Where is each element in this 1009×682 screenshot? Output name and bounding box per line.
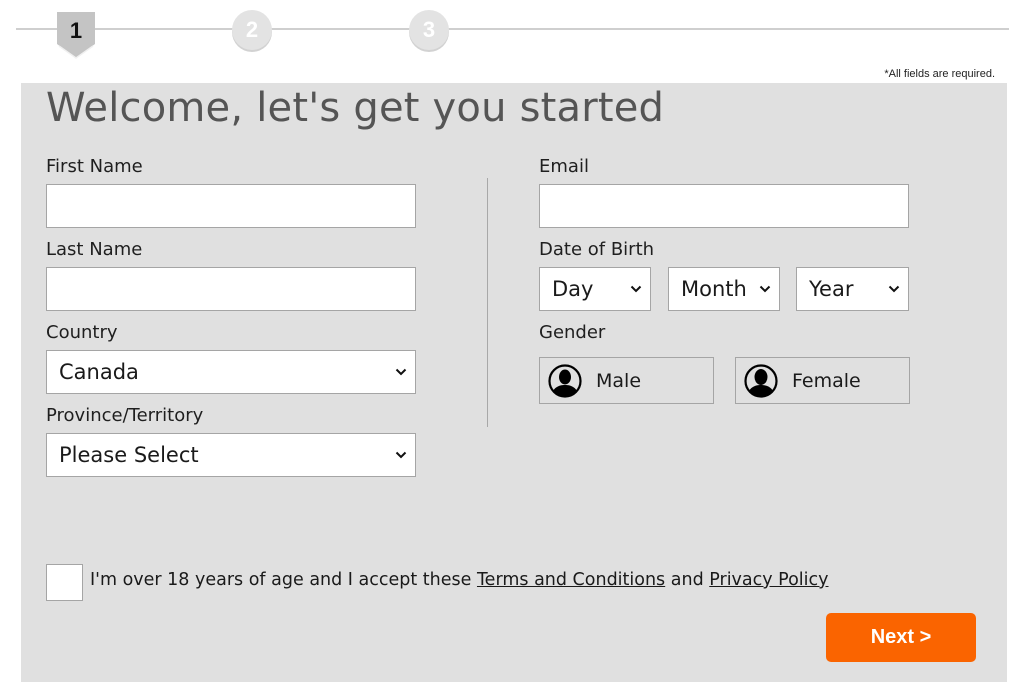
progress-stepper: 1 2 3: [0, 0, 1009, 70]
person-icon: [548, 364, 582, 398]
country-select[interactable]: Canada: [46, 350, 416, 394]
dob-day-value: Day: [552, 277, 594, 301]
gender-female-button[interactable]: Female: [735, 357, 910, 404]
chevron-down-icon: [630, 285, 642, 293]
province-selected-value: Please Select: [59, 443, 199, 467]
person-icon: [744, 364, 778, 398]
next-button[interactable]: Next >: [826, 613, 976, 662]
step-2: 2: [232, 10, 272, 50]
terms-and-conditions-link[interactable]: Terms and Conditions: [477, 570, 665, 590]
province-label: Province/Territory: [46, 405, 204, 426]
dob-year-select[interactable]: Year: [796, 267, 909, 311]
email-label: Email: [539, 156, 589, 177]
age-consent-checkbox[interactable]: [46, 564, 83, 601]
page-title: Welcome, let's get you started: [46, 85, 665, 131]
consent-text-before: I'm over 18 years of age and I accept th…: [90, 570, 477, 590]
chevron-down-icon: [888, 285, 900, 293]
consent-text: I'm over 18 years of age and I accept th…: [90, 570, 829, 590]
step-3: 3: [409, 10, 449, 50]
stepper-line: [16, 28, 1009, 30]
country-label: Country: [46, 322, 118, 343]
consent-text-middle: and: [665, 570, 710, 590]
gender-male-button[interactable]: Male: [539, 357, 714, 404]
required-fields-note: *All fields are required.: [884, 68, 995, 80]
step-1-active: 1: [57, 12, 95, 60]
first-name-input[interactable]: [46, 184, 416, 228]
last-name-label: Last Name: [46, 239, 143, 260]
dob-day-select[interactable]: Day: [539, 267, 651, 311]
gender-female-label: Female: [792, 370, 861, 392]
last-name-input[interactable]: [46, 267, 416, 311]
dob-month-select[interactable]: Month: [668, 267, 780, 311]
country-selected-value: Canada: [59, 360, 139, 384]
gender-male-label: Male: [596, 370, 642, 392]
dob-label: Date of Birth: [539, 239, 655, 260]
privacy-policy-link[interactable]: Privacy Policy: [709, 570, 828, 590]
column-divider: [487, 178, 488, 427]
dob-year-value: Year: [809, 277, 854, 301]
province-select[interactable]: Please Select: [46, 433, 416, 477]
chevron-down-icon: [395, 451, 407, 459]
chevron-down-icon: [395, 368, 407, 376]
chevron-down-icon: [759, 285, 771, 293]
gender-label: Gender: [539, 322, 606, 343]
dob-month-value: Month: [681, 277, 747, 301]
email-input[interactable]: [539, 184, 909, 228]
registration-form-panel: Welcome, let's get you started First Nam…: [21, 83, 1007, 682]
first-name-label: First Name: [46, 156, 143, 177]
step-1-number: 1: [69, 18, 83, 43]
